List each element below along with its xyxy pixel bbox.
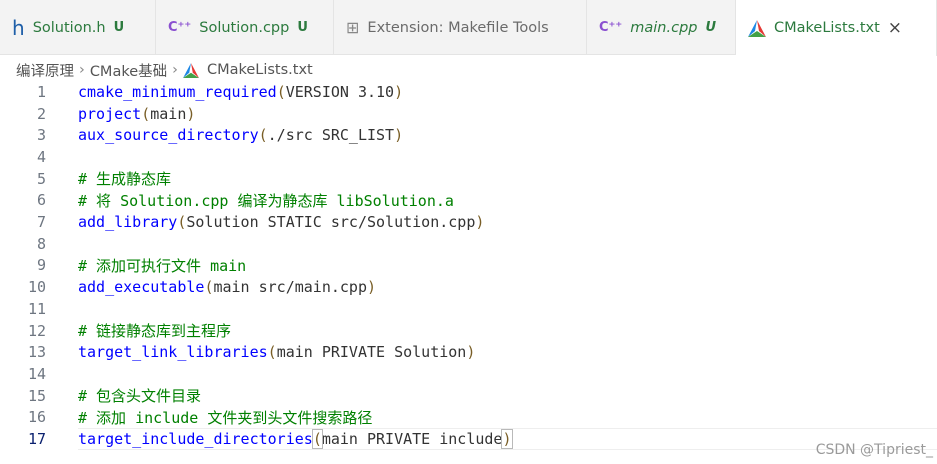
code-text: # 生成静态库: [78, 170, 172, 189]
cmake-icon: [183, 62, 199, 78]
code-line[interactable]: 3 aux_source_directory(./src SRC_LIST): [0, 124, 937, 146]
code-line[interactable]: 17 target_include_directories(main PRIVAT…: [0, 428, 937, 450]
code-text: project(main): [78, 104, 196, 123]
line-number: 17: [27, 430, 46, 449]
code-text: target_include_directories(main PRIVATE …: [78, 429, 513, 450]
code-text: # 包含头文件目录: [78, 387, 202, 406]
cmake-icon: [748, 19, 766, 37]
line-number: 4: [36, 147, 46, 166]
code-line[interactable]: 6 # 将 Solution.cpp 编译为静态库 libSolution.a: [0, 190, 937, 212]
code-line[interactable]: 15 # 包含头文件目录: [0, 385, 937, 407]
line-number: 12: [27, 321, 46, 340]
line-number: 6: [36, 191, 46, 210]
code-text: target_link_libraries(main PRIVATE Solut…: [78, 343, 476, 362]
line-number: 8: [36, 234, 46, 253]
code-text: aux_source_directory(./src SRC_LIST): [78, 126, 404, 145]
line-number: 7: [36, 213, 46, 232]
tab-main-cpp[interactable]: C⁺⁺ main.cpp U: [587, 0, 736, 55]
extension-icon: ⊞: [346, 18, 360, 37]
tab-bar: h Solution.h U C⁺⁺ Solution.cpp U ⊞ Exte…: [0, 0, 937, 56]
code-text: add_executable(main src/main.cpp): [78, 278, 377, 297]
chevron-right-icon: ›: [79, 62, 85, 78]
code-line[interactable]: 8: [0, 233, 937, 255]
breadcrumb-item[interactable]: CMake基础: [90, 60, 167, 81]
tab-label: Solution.cpp: [199, 19, 290, 36]
line-number: 15: [27, 386, 46, 405]
cpp-file-icon: C⁺⁺: [599, 20, 623, 35]
line-number: 3: [36, 126, 46, 145]
cpp-file-icon: C⁺⁺: [168, 20, 192, 35]
tab-solution-cpp[interactable]: C⁺⁺ Solution.cpp U: [156, 0, 334, 55]
tab-label: Solution.h: [32, 19, 106, 36]
line-number: 11: [27, 299, 46, 318]
line-number: 5: [36, 169, 46, 188]
untracked-badge: U: [297, 20, 308, 35]
code-line[interactable]: 1 cmake_minimum_required(VERSION 3.10): [0, 81, 937, 103]
code-line[interactable]: 16 # 添加 include 文件夹到头文件搜索路径: [0, 407, 937, 429]
untracked-badge: U: [113, 20, 125, 35]
untracked-badge: U: [705, 20, 717, 35]
code-line[interactable]: 4: [0, 146, 937, 168]
code-line[interactable]: 9 # 添加可执行文件 main: [0, 255, 937, 277]
code-line[interactable]: 14: [0, 363, 937, 385]
code-text: # 添加 include 文件夹到头文件搜索路径: [78, 408, 373, 427]
code-text: # 将 Solution.cpp 编译为静态库 libSolution.a: [78, 191, 454, 210]
h-file-icon: h: [12, 15, 25, 40]
close-icon[interactable]: ×: [888, 18, 902, 38]
tab-solution-h[interactable]: h Solution.h U: [0, 0, 156, 55]
code-text: # 链接静态库到主程序: [78, 322, 232, 341]
line-number: 10: [27, 278, 46, 297]
code-line[interactable]: 13 target_link_libraries(main PRIVATE Sol…: [0, 341, 937, 363]
line-number: 2: [36, 104, 46, 123]
code-line[interactable]: 11: [0, 298, 937, 320]
chevron-right-icon: ›: [172, 62, 178, 78]
breadcrumb: 编译原理 › CMake基础 › CMakeLists.txt: [16, 59, 313, 81]
code-line[interactable]: 7 add_library(Solution STATIC src/Solutio…: [0, 211, 937, 233]
tab-cmakelists[interactable]: CMakeLists.txt ×: [736, 0, 937, 56]
tab-label: Extension: Makefile Tools: [367, 19, 549, 36]
code-text: cmake_minimum_required(VERSION 3.10): [78, 82, 404, 101]
code-editor[interactable]: 1 cmake_minimum_required(VERSION 3.10) 2 pr…: [0, 80, 937, 464]
tab-label: main.cpp: [630, 19, 698, 36]
code-text: add_library(Solution STATIC src/Solution…: [78, 213, 485, 232]
line-number: 13: [27, 343, 46, 362]
code-line[interactable]: 5 # 生成静态库: [0, 168, 937, 190]
line-number: 1: [36, 82, 46, 101]
code-line[interactable]: 12 # 链接静态库到主程序: [0, 320, 937, 342]
line-number: 16: [27, 408, 46, 427]
line-number: 14: [27, 364, 46, 383]
code-line[interactable]: 2 project(main): [0, 103, 937, 125]
breadcrumb-item[interactable]: 编译原理: [16, 60, 74, 81]
tab-label: CMakeLists.txt: [774, 20, 880, 36]
code-text: # 添加可执行文件 main: [78, 256, 247, 275]
line-number: 9: [36, 256, 46, 275]
watermark: CSDN @Tipriest_: [815, 442, 933, 458]
code-line[interactable]: 10 add_executable(main src/main.cpp): [0, 276, 937, 298]
tab-extension-makefile-tools[interactable]: ⊞ Extension: Makefile Tools: [334, 0, 587, 55]
breadcrumb-item[interactable]: CMakeLists.txt: [207, 62, 313, 78]
